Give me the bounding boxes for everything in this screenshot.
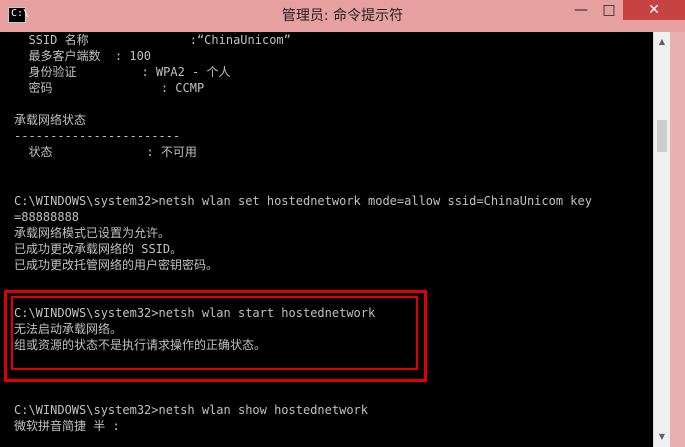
console-line: 身份验证 : WPA2 - 个人 (14, 65, 231, 79)
highlight-box-inner (11, 296, 418, 370)
console-line: 最多客户端数 : 100 (14, 49, 152, 63)
console-line: 微软拼音简捷 半 : (14, 419, 120, 433)
console-line: 已成功更改托管网络的用户密钥密码。 (14, 258, 219, 272)
console-line: ----------------------- (14, 129, 181, 143)
console-line: 状态 : 不可用 (14, 145, 197, 159)
scroll-down-icon[interactable]: ▼ (656, 431, 668, 443)
console-line: SSID 名称 :“ChinaUnicom” (14, 33, 291, 47)
command-prompt-window: C:\ 管理员: 命令提示符 — □ ✕ SSID 名称 :“ChinaUnic… (0, 0, 685, 447)
console-line: 密码 : CCMP (14, 81, 205, 95)
console-line: 已成功更改承载网络的 SSID。 (14, 242, 183, 256)
console-line: C:\WINDOWS\system32>netsh wlan show host… (14, 403, 369, 417)
window-border (670, 32, 685, 447)
vertical-scrollbar[interactable]: ▲ ▼ (653, 32, 670, 447)
scroll-thumb[interactable] (657, 120, 667, 152)
title-bar[interactable]: C:\ 管理员: 命令提示符 — □ ✕ (0, 0, 685, 32)
console-output[interactable]: SSID 名称 :“ChinaUnicom” 最多客户端数 : 100 身份验证… (0, 32, 653, 447)
scroll-up-icon[interactable]: ▲ (656, 36, 668, 48)
console-line: 承载网络状态 (14, 113, 87, 127)
maximize-button[interactable]: □ (595, 0, 623, 20)
console-line: 承载网络模式已设置为允许。 (14, 226, 171, 240)
close-button[interactable]: ✕ (623, 0, 685, 20)
console-line: =88888888 (14, 210, 80, 224)
console-line: C:\WINDOWS\system32>netsh wlan set hoste… (14, 194, 592, 208)
minimize-button[interactable]: — (567, 0, 595, 20)
